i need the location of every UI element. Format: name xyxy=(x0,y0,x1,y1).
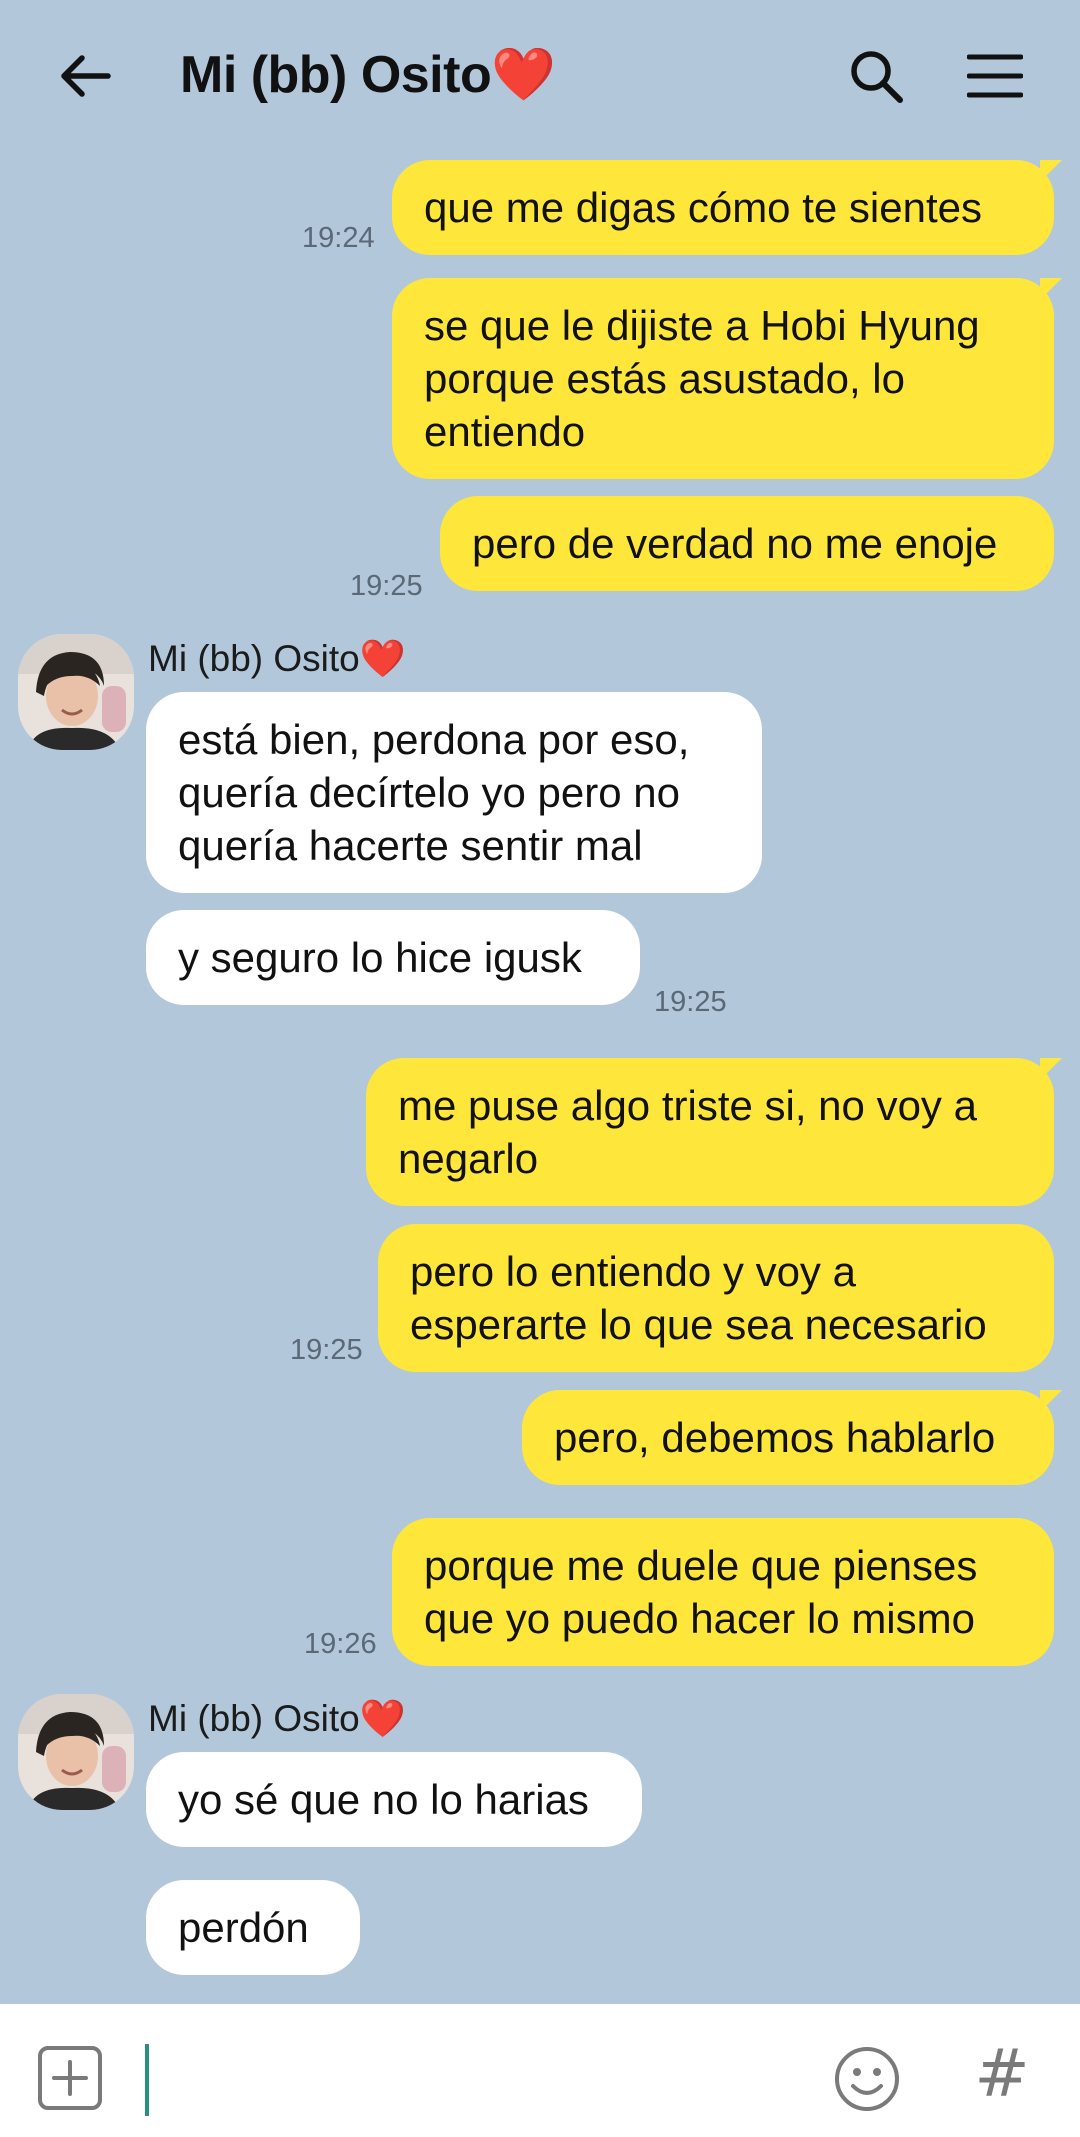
message-line: que me digas cómo te sientes xyxy=(424,184,982,231)
avatar-photo xyxy=(18,634,134,750)
message-line: yo sé que no lo harias xyxy=(178,1776,589,1823)
message-line: esperarte lo que sea necesario xyxy=(410,1301,987,1348)
message-line: negarlo xyxy=(398,1135,539,1182)
message-time: 19:26 xyxy=(304,1628,377,1660)
message-time: 19:25 xyxy=(290,1334,363,1366)
message-line: me puse algo triste si, no voy a xyxy=(398,1082,977,1129)
my-message-bubble[interactable]: se que le dijiste a Hobi Hyung porque es… xyxy=(392,278,1062,479)
chat-title: Mi (bb) Osito❤️ xyxy=(180,46,556,104)
message-line: que yo puedo hacer lo mismo xyxy=(424,1595,975,1642)
message-time: 19:24 xyxy=(302,222,375,254)
message-input-bar: # xyxy=(0,2004,1080,2137)
sender-name: Mi (bb) Osito❤️ xyxy=(148,638,406,679)
message-time: 19:25 xyxy=(350,570,423,602)
message-line: porque estás asustado, lo xyxy=(424,355,905,402)
sender-name: Mi (bb) Osito❤️ xyxy=(148,1698,406,1739)
plus-square-icon xyxy=(52,2060,88,2096)
message-line: quería hacerte sentir mal xyxy=(178,822,643,869)
search-button[interactable] xyxy=(836,36,916,116)
attach-button[interactable] xyxy=(38,2046,102,2110)
contact-avatar[interactable] xyxy=(18,1694,134,1810)
message-list[interactable]: que me digas cómo te sientes 19:24 se qu… xyxy=(0,152,1080,2002)
search-icon xyxy=(851,51,903,103)
back-button[interactable] xyxy=(46,36,126,116)
chat-header: Mi (bb) Osito❤️ xyxy=(0,0,1080,152)
arrow-left-icon xyxy=(61,55,111,97)
my-message-bubble[interactable]: pero, debemos hablarlo xyxy=(522,1390,1062,1485)
message-line: y seguro lo hice igusk xyxy=(178,934,582,981)
their-message-bubble[interactable]: y seguro lo hice igusk xyxy=(146,910,640,1005)
message-line: pero de verdad no me enoje xyxy=(472,520,998,567)
my-message-bubble[interactable]: pero lo entiendo y voy a esperarte lo qu… xyxy=(378,1224,1054,1372)
hamburger-menu-icon xyxy=(967,54,1023,98)
message-line: entiendo xyxy=(424,408,586,455)
message-input[interactable] xyxy=(152,2038,792,2118)
my-message-bubble[interactable]: pero de verdad no me enoje xyxy=(440,496,1054,591)
my-message-bubble[interactable]: me puse algo triste si, no voy a negarlo xyxy=(366,1058,1062,1206)
contact-avatar[interactable] xyxy=(18,634,134,750)
text-cursor xyxy=(145,2044,149,2116)
their-message-bubble[interactable]: perdón xyxy=(146,1880,360,1975)
emoji-button[interactable] xyxy=(832,2044,902,2114)
their-message-bubble[interactable]: está bien, perdona por eso, quería decír… xyxy=(146,692,762,893)
avatar-photo xyxy=(18,1694,134,1810)
message-line: porque me duele que pienses xyxy=(424,1542,978,1589)
hashtag-button[interactable]: # xyxy=(972,2034,1032,2114)
message-line: está bien, perdona por eso, xyxy=(178,716,690,763)
menu-button[interactable] xyxy=(955,36,1035,116)
message-line: quería decírtelo yo pero no xyxy=(178,769,680,816)
smiley-icon xyxy=(835,2047,899,2111)
message-line: pero, debemos hablarlo xyxy=(554,1414,996,1461)
message-line: pero lo entiendo y voy a xyxy=(410,1248,856,1295)
message-time: 19:25 xyxy=(654,986,727,1018)
my-message-bubble[interactable]: porque me duele que pienses que yo puedo… xyxy=(392,1518,1054,1666)
message-line: perdón xyxy=(178,1904,309,1951)
their-message-bubble[interactable]: yo sé que no lo harias xyxy=(146,1752,642,1847)
my-message-bubble[interactable]: que me digas cómo te sientes xyxy=(392,160,1062,255)
message-line: se que le dijiste a Hobi Hyung xyxy=(424,302,980,349)
